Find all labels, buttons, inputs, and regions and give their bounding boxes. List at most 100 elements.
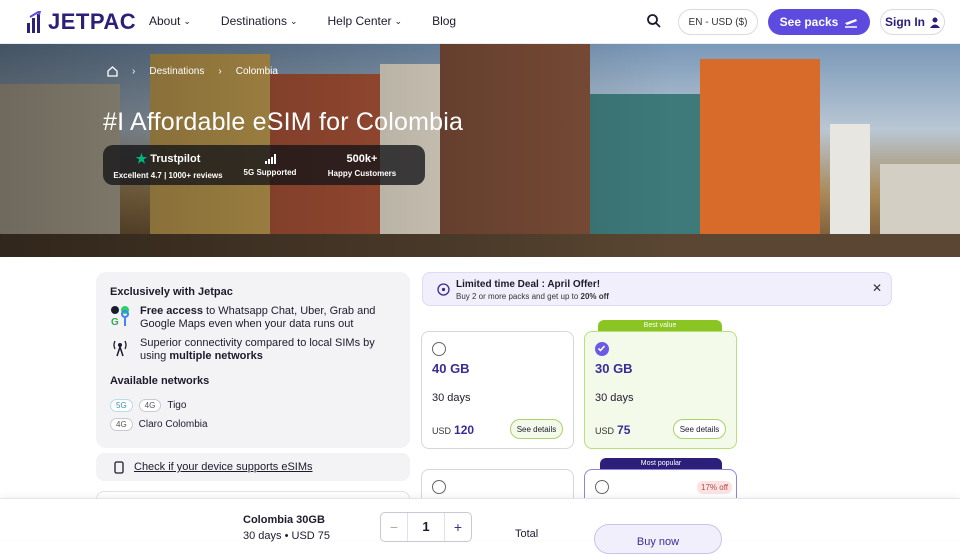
badge-4g: 4G [138, 399, 162, 412]
customers-stat: 500k+ Happy Customers [307, 153, 417, 178]
logo-text: JETPAC [48, 9, 137, 34]
discount-badge: 17% off [697, 481, 732, 494]
pack-price: USD 120 [432, 423, 474, 437]
deal-text: Buy 2 or more packs and get up to 20% of… [456, 292, 609, 301]
quantity-minus-button[interactable]: − [381, 519, 407, 535]
deal-banner: Limited time Deal : April Offer! Buy 2 o… [422, 272, 892, 306]
nav-destinations[interactable]: Destinations ⌄ [221, 14, 298, 28]
exclusive-card: Exclusively with Jetpac G Free access to… [96, 272, 410, 448]
device-check-bar[interactable]: Check if your device supports eSIMs [96, 453, 410, 481]
trustpilot-label: Trustpilot [150, 152, 201, 165]
footer-plan-name: Colombia 30GB [243, 514, 325, 526]
network-name: Claro Colombia [138, 419, 208, 430]
see-packs-label: See packs [779, 15, 839, 29]
nav-blog-label: Blog [432, 14, 457, 28]
breadcrumb: › Destinations › Colombia [107, 66, 278, 77]
home-icon[interactable] [107, 66, 118, 77]
pack-days: 30 days [432, 392, 471, 404]
exclusive-title: Exclusively with Jetpac [110, 286, 233, 298]
customers-label: Happy Customers [327, 168, 397, 178]
free-access-bold: Free access [140, 305, 203, 317]
language-currency-selector[interactable]: EN - USD ($) [678, 9, 758, 35]
page-title: #I Affordable eSIM for Colombia [103, 108, 464, 136]
logo-bars-icon [27, 11, 42, 33]
plane-icon [845, 19, 858, 28]
most-popular-tag: Most popular [600, 458, 722, 469]
free-access-row: G Free access to Whatsapp Chat, Uber, Gr… [110, 305, 398, 331]
signal-icon [264, 153, 276, 164]
total-label: Total [515, 528, 539, 540]
deal-text-main: Buy 2 or more packs and get up to [456, 292, 581, 301]
close-icon[interactable]: ✕ [872, 281, 882, 295]
nav-about[interactable]: About ⌄ [149, 14, 191, 28]
quantity-stepper: − 1 + [380, 512, 472, 542]
deal-text-bold: 20% off [580, 292, 609, 301]
pack-data: 40 GB [432, 361, 470, 376]
check-icon [597, 345, 606, 352]
search-icon[interactable] [646, 13, 662, 29]
chevron-down-icon: ⌄ [289, 15, 298, 26]
discount-badge-icon [437, 283, 450, 296]
pack-days: 30 days [595, 392, 634, 404]
see-packs-button[interactable]: See packs [768, 9, 870, 35]
nav-blog[interactable]: Blog [432, 14, 456, 28]
breadcrumb-destinations[interactable]: Destinations [149, 66, 204, 77]
jetpac-logo[interactable]: JETPAC [26, 9, 136, 35]
pack-radio[interactable] [432, 480, 446, 494]
pack-price: USD 75 [595, 423, 630, 437]
pack-data: 30 GB [595, 361, 633, 376]
sign-in-label: Sign In [885, 15, 925, 29]
pack-card-30gb[interactable]: 30 GB 30 days USD 75 See details [584, 331, 737, 449]
svg-text:G: G [111, 317, 119, 328]
breadcrumb-colombia[interactable]: Colombia [236, 66, 278, 77]
purchase-footer: Colombia 30GB 30 days • USD 75 − 1 + Tot… [0, 498, 960, 554]
5g-stat: 5G Supported [233, 153, 307, 177]
chevron-right-icon: › [132, 66, 136, 77]
nav-about-label: About [149, 14, 181, 28]
see-details-button[interactable]: See details [673, 419, 726, 439]
customers-count: 500k+ [346, 152, 378, 165]
pack-price-value: 120 [454, 423, 475, 437]
footer-plan-price: USD 75 [291, 530, 331, 542]
quantity-value: 1 [407, 513, 445, 541]
chevron-right-icon: › [218, 66, 222, 77]
badge-4g: 4G [110, 418, 133, 431]
see-details-button[interactable]: See details [510, 419, 563, 439]
nav-help-center-label: Help Center [327, 14, 392, 28]
trustpilot-stat[interactable]: ★ Trustpilot Excellent 4.7 | 1000+ review… [103, 151, 233, 180]
footer-plan-days: 30 days [243, 530, 282, 542]
main-nav: About ⌄ Destinations ⌄ Help Center ⌄ Blog [149, 14, 486, 28]
pack-price-value: 75 [617, 423, 631, 437]
apps-icon: G [111, 306, 129, 328]
pack-currency: USD [595, 426, 615, 436]
networks-title: Available networks [110, 375, 210, 387]
5g-label: 5G Supported [243, 167, 297, 177]
chevron-down-icon: ⌄ [183, 15, 191, 26]
device-check-link[interactable]: Check if your device supports eSIMs [134, 461, 313, 473]
stats-box: ★ Trustpilot Excellent 4.7 | 1000+ review… [103, 145, 425, 185]
connectivity-row: Superior connectivity compared to local … [110, 337, 398, 363]
pack-radio[interactable] [432, 342, 446, 356]
pack-radio[interactable] [595, 480, 609, 494]
sign-in-button[interactable]: Sign In [880, 9, 945, 35]
network-name: Tigo [167, 400, 187, 411]
star-icon: ★ [135, 150, 148, 166]
trustpilot-rating: Excellent 4.7 | 1000+ reviews [113, 170, 223, 180]
pack-radio-selected[interactable] [595, 342, 609, 356]
nav-destinations-label: Destinations [220, 14, 287, 28]
best-value-tag: Best value [598, 320, 722, 331]
phone-icon [114, 460, 124, 474]
connectivity-bold: multiple networks [169, 350, 263, 362]
network-claro: 4G Claro Colombia [110, 418, 208, 431]
pack-card-40gb[interactable]: 40 GB 30 days USD 120 See details [421, 331, 574, 449]
hero-banner: › Destinations › Colombia #I Affordable … [0, 44, 960, 257]
nav-help-center[interactable]: Help Center ⌄ [328, 14, 403, 28]
antenna-icon [113, 340, 127, 357]
deal-title: Limited time Deal : April Offer! [456, 279, 601, 290]
footer-plan-details: 30 days • USD 75 [243, 530, 331, 542]
badge-5g: 5G [110, 399, 133, 412]
network-tigo: 5G 4G Tigo [110, 399, 186, 412]
pack-currency: USD [432, 426, 452, 436]
quantity-plus-button[interactable]: + [445, 519, 471, 535]
buy-now-button[interactable]: Buy now [594, 524, 722, 554]
